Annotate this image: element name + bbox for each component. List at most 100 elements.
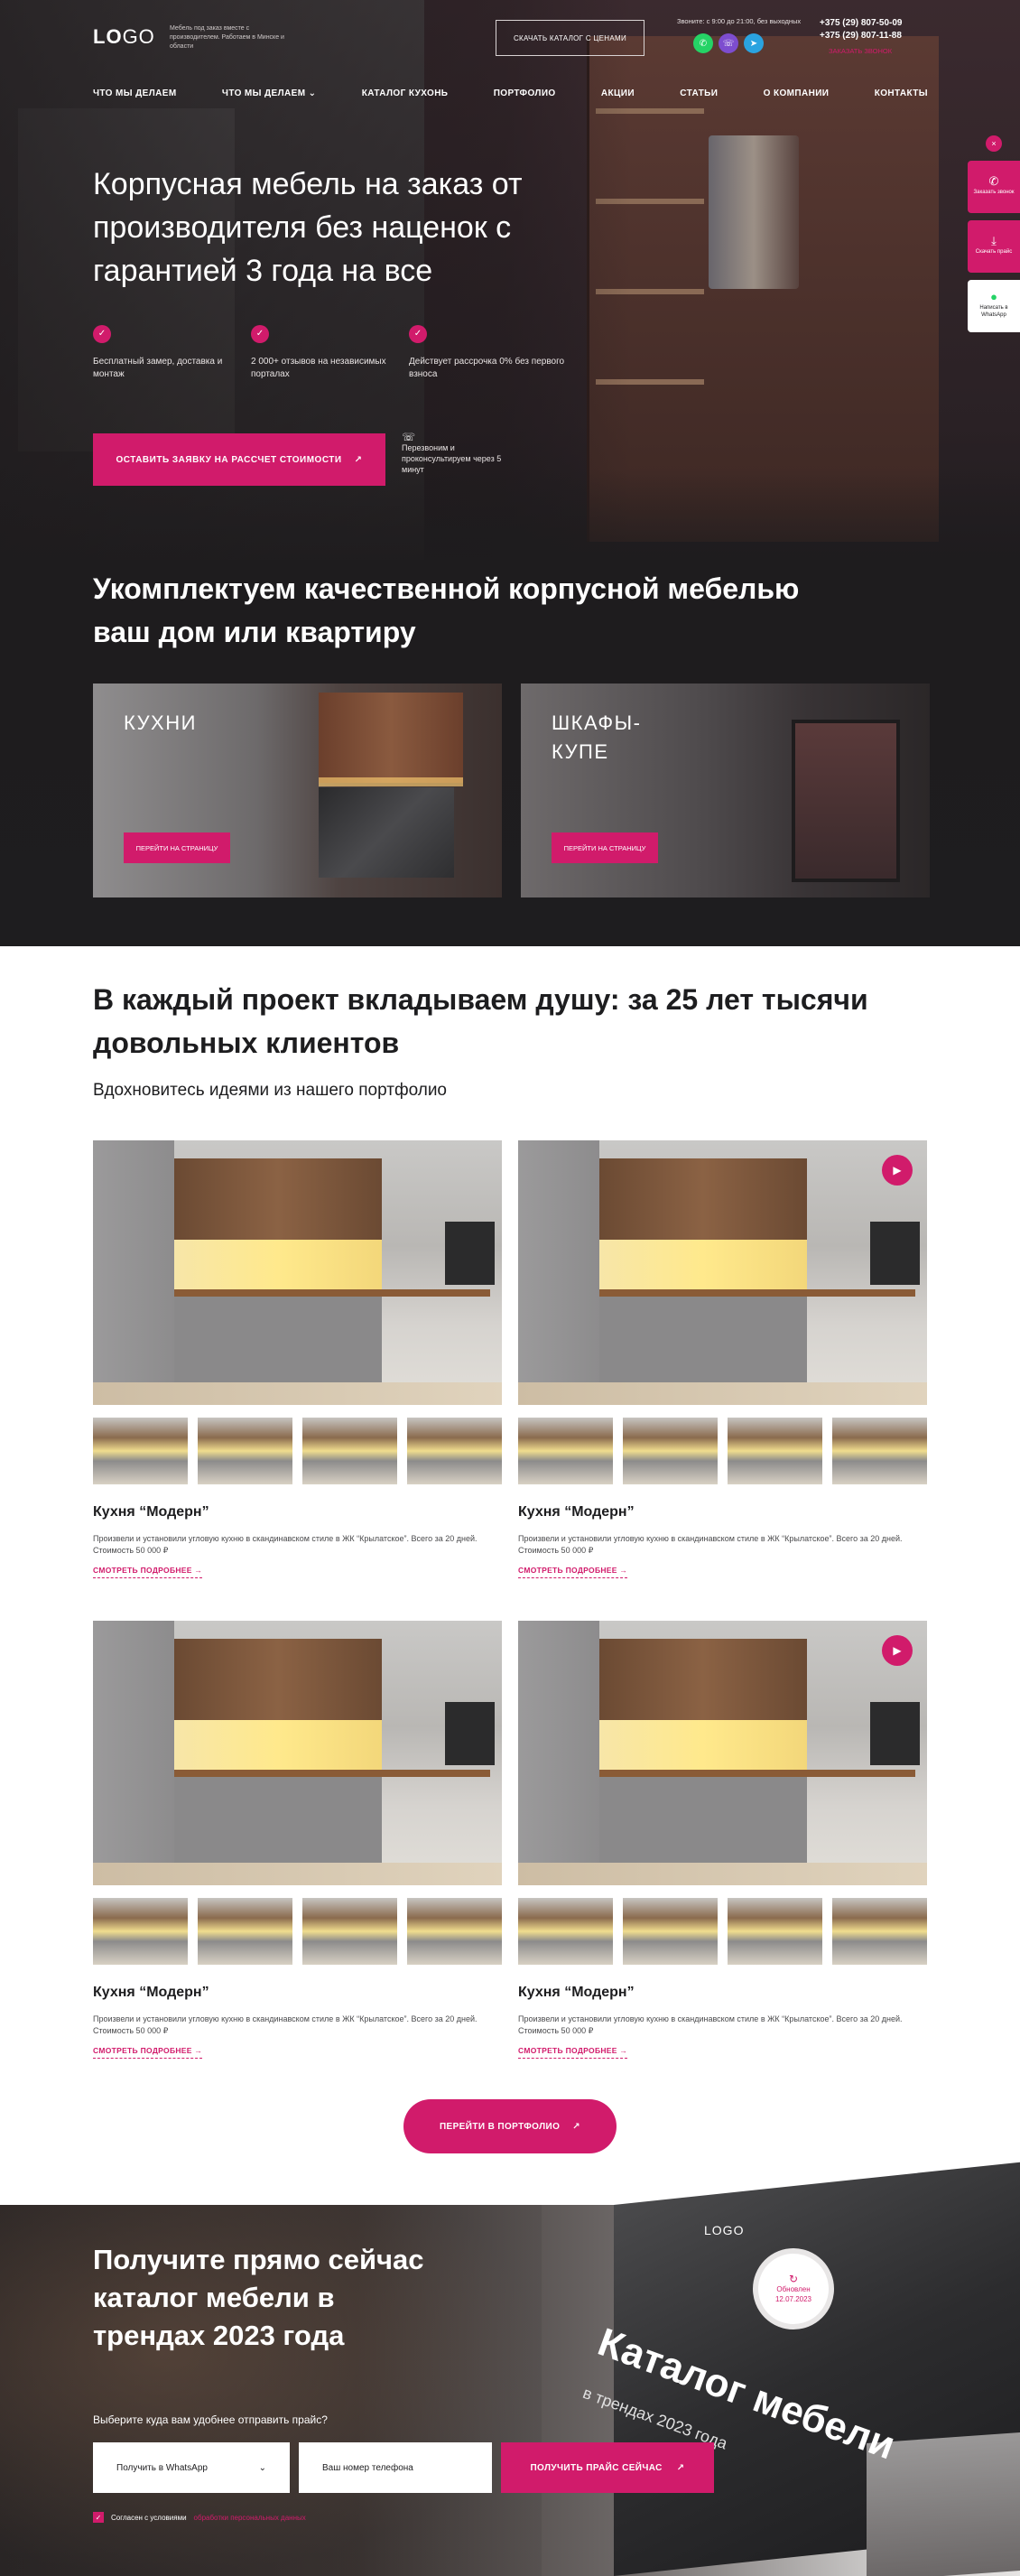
nav-item-about[interactable]: О компании: [764, 88, 830, 98]
main-nav: Что мы делаем Что мы делаем ⌄ Каталог ку…: [93, 88, 928, 98]
telegram-icon[interactable]: ➤: [744, 33, 764, 53]
nav-item-portfolio[interactable]: Портфолио: [494, 88, 556, 98]
arrow-up-right-icon: ↗: [354, 454, 363, 465]
project-thumbnail[interactable]: [407, 1898, 502, 1965]
photo-part: [174, 1240, 382, 1289]
photo-part: [599, 1240, 807, 1289]
category-label: КУХНИ: [124, 711, 197, 734]
nav-item-what-we-do-dropdown[interactable]: Что мы делаем ⌄: [222, 88, 317, 98]
phone-link[interactable]: +375 (29) 807-11-88: [820, 30, 902, 42]
project-main-photo[interactable]: ▶: [518, 1621, 927, 1885]
portfolio-title: В каждый проект вкладываем душу: за 25 л…: [93, 983, 868, 1059]
get-price-button[interactable]: Получить прайс сейчас ↗: [501, 2442, 714, 2493]
project-thumbnail[interactable]: [623, 1418, 718, 1484]
photo-part: [174, 1777, 382, 1863]
project-thumbnails: [518, 1418, 927, 1484]
delivery-method-select[interactable]: Получить в WhatsApp ⌄: [93, 2442, 290, 2493]
project-thumbnail[interactable]: [623, 1898, 718, 1965]
photo-part: [93, 1621, 174, 1885]
project-thumbnail[interactable]: [198, 1898, 292, 1965]
nav-item-contacts[interactable]: Контакты: [875, 88, 928, 98]
delivery-method-value: Получить в WhatsApp: [116, 2462, 208, 2473]
photo-part: [174, 1297, 382, 1382]
rail-price-button[interactable]: ⤓ Скачать прайс: [968, 220, 1020, 273]
badge-line2: 12.07.2023: [774, 2294, 812, 2303]
category-go-button[interactable]: Перейти на страницу: [552, 832, 658, 863]
photo-part: [599, 1289, 915, 1297]
project-thumbnail[interactable]: [93, 1418, 188, 1484]
project-more-link[interactable]: Смотреть подробнее →: [93, 1566, 203, 1578]
phone-icon: ✆: [988, 174, 999, 188]
hero-bullet-text: Действует рассрочка 0% без первого взнос…: [409, 357, 565, 379]
nav-item-articles[interactable]: Статьи: [680, 88, 718, 98]
hero-bullet: ✓ Действует рассрочка 0% без первого взн…: [409, 325, 567, 381]
photo-part: [93, 1140, 174, 1405]
whatsapp-icon[interactable]: ✆: [693, 33, 713, 53]
project-thumbnail[interactable]: [93, 1898, 188, 1965]
catalog-title: Получите прямо сейчас каталог мебели в т…: [93, 2244, 424, 2351]
project-thumbnail[interactable]: [518, 1898, 613, 1965]
project-thumbnail[interactable]: [302, 1418, 397, 1484]
project-thumbnail[interactable]: [198, 1418, 292, 1484]
photo-part: [870, 1702, 920, 1765]
category-card-wardrobes[interactable]: ШКАФЫ-КУПЕ Перейти на страницу: [521, 684, 930, 897]
request-estimate-button[interactable]: Оставить заявку на рассчет стоимости ↗: [93, 433, 385, 486]
nav-item-what-we-do[interactable]: Что мы делаем: [93, 88, 177, 98]
portfolio-subtitle: Вдохновитесь идеями из нашего портфолио: [93, 1081, 447, 1100]
project-thumbnail[interactable]: [832, 1418, 927, 1484]
photo-part: [174, 1770, 490, 1777]
phone-input[interactable]: [299, 2442, 492, 2493]
go-to-portfolio-button[interactable]: Перейти в портфолио ↗: [403, 2099, 617, 2153]
project-thumbnail[interactable]: [728, 1418, 822, 1484]
project-thumbnail[interactable]: [832, 1898, 927, 1965]
badge-line1: Обновлен: [776, 2284, 811, 2293]
rail-close-button[interactable]: ×: [986, 135, 1002, 152]
photo-part: [599, 1777, 807, 1863]
project-more-link[interactable]: Смотреть подробнее →: [93, 2046, 203, 2059]
photo-part: [518, 1140, 599, 1405]
project-more-link[interactable]: Смотреть подробнее →: [518, 2046, 628, 2059]
privacy-link[interactable]: обработки персональных данных: [194, 2514, 306, 2522]
catalog-question: Выберите куда вам удобнее отправить прай…: [93, 2413, 328, 2426]
project-main-photo[interactable]: [93, 1621, 502, 1885]
category-label: ШКАФЫ-КУПЕ: [552, 711, 642, 763]
updated-badge: ↻ Обновлен 12.07.2023: [753, 2248, 834, 2330]
phone-link[interactable]: +375 (29) 807-50-09: [820, 17, 902, 30]
play-video-icon[interactable]: ▶: [882, 1635, 913, 1666]
viber-icon[interactable]: ☏: [719, 33, 738, 53]
project-main-photo[interactable]: [93, 1140, 502, 1405]
phone-ring-icon: ☏: [402, 431, 416, 443]
hero-bullet: ✓ 2 000+ отзывов на независимых порталах: [251, 325, 409, 381]
rail-whatsapp-button[interactable]: ● Написать в WhatsApp: [968, 280, 1020, 332]
rail-call-label: Заказать звонок: [973, 190, 1015, 195]
project-description: Произвели и установили угловую кухню в с…: [518, 2014, 903, 2035]
category-go-button[interactable]: Перейти на страницу: [124, 832, 230, 863]
project-thumbnail[interactable]: [518, 1418, 613, 1484]
hero-title: Корпусная мебель на заказ от производите…: [93, 167, 523, 288]
photo-part: [174, 1720, 382, 1770]
rail-call-button[interactable]: ✆ Заказать звонок: [968, 161, 1020, 213]
project-thumbnail[interactable]: [302, 1898, 397, 1965]
play-video-icon[interactable]: ▶: [882, 1155, 913, 1186]
nav-item-kitchen-catalog[interactable]: Каталог кухонь: [362, 88, 449, 98]
logo[interactable]: LOGO: [93, 25, 155, 49]
category-card-kitchens[interactable]: КУХНИ Перейти на страницу: [93, 684, 502, 897]
download-catalog-button[interactable]: Скачать каталог с ценами: [496, 20, 644, 56]
page: LOGO Мебель под заказ вместе с производи…: [0, 0, 1020, 2576]
callback-link[interactable]: Заказать звонок: [829, 47, 892, 55]
cta-note: ☏ Перезвоним и проконсультируем через 5 …: [402, 432, 510, 475]
side-rail: × ✆ Заказать звонок ⤓ Скачать прайс ● На…: [968, 135, 1020, 332]
nav-item-promotions[interactable]: Акции: [601, 88, 635, 98]
project-more-link[interactable]: Смотреть подробнее →: [518, 1566, 628, 1578]
rail-whatsapp-label: Написать в WhatsApp: [979, 305, 1008, 318]
project-thumbnail[interactable]: [407, 1418, 502, 1484]
photo-part: [599, 1158, 807, 1240]
go-to-portfolio-label: Перейти в портфолио: [439, 2121, 561, 2132]
project-name: Кухня “Модерн”: [518, 1504, 635, 1520]
wardrobe-photo: [792, 720, 900, 882]
project-main-photo[interactable]: ▶: [518, 1140, 927, 1405]
project-thumbnail[interactable]: [728, 1898, 822, 1965]
portfolio-card: Кухня “Модерн” Произвели и установили уг…: [93, 1621, 502, 2059]
consent-checkbox[interactable]: ✓: [93, 2512, 104, 2523]
photo-part: [174, 1639, 382, 1720]
